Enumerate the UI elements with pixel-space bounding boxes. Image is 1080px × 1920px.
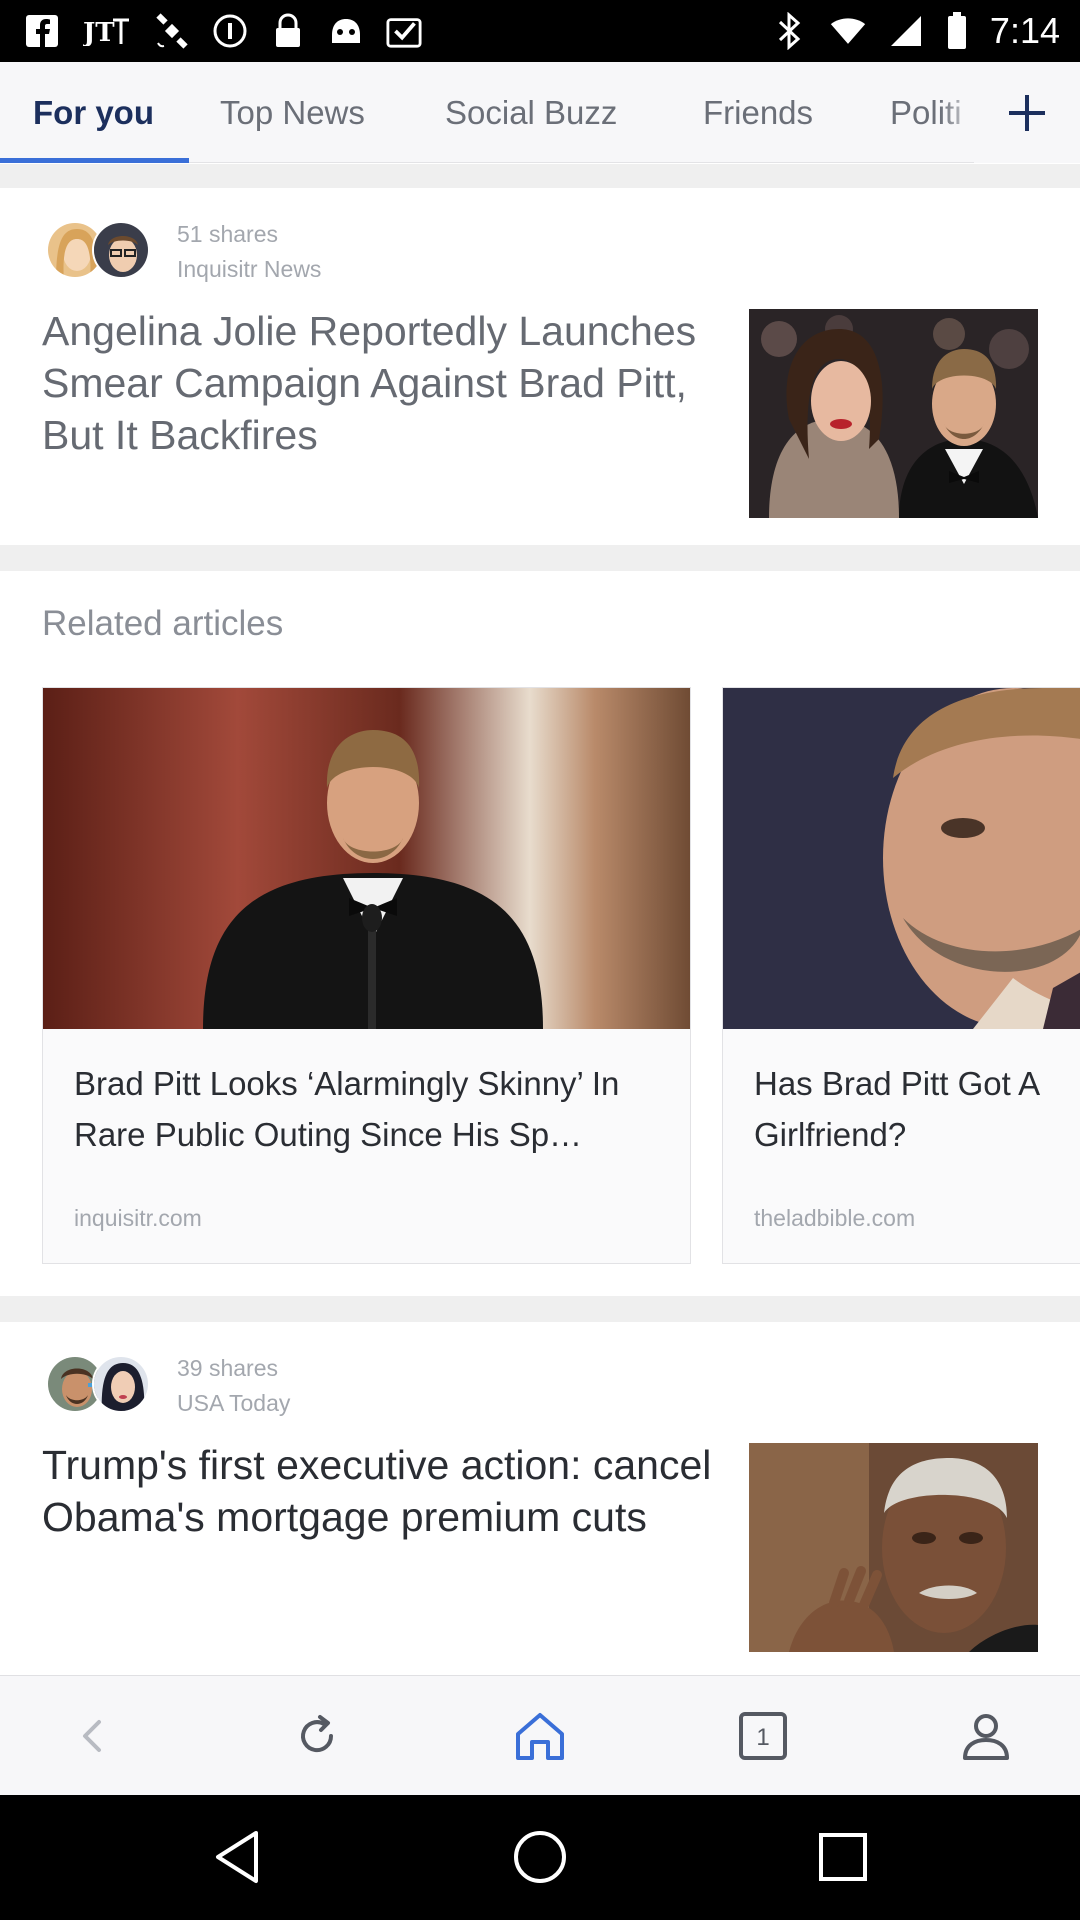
related-articles-title: Related articles — [42, 604, 284, 643]
clock: 7:14 — [989, 10, 1060, 51]
tabs-button[interactable]: 1 — [723, 1696, 803, 1776]
signal-icon — [888, 12, 924, 50]
system-navigation-bar — [0, 1795, 1080, 1920]
tab-top-news[interactable]: Top News — [220, 62, 365, 162]
sharer-avatars — [46, 1355, 156, 1415]
bot-icon — [328, 12, 364, 50]
add-category-button[interactable] — [974, 62, 1080, 163]
source-name: Inquisitr News — [177, 256, 322, 282]
system-back-button[interactable] — [198, 1817, 278, 1897]
browser-toolbar: 1 — [0, 1675, 1080, 1795]
refresh-button[interactable] — [277, 1696, 357, 1776]
story-thumbnail[interactable] — [749, 1443, 1038, 1652]
satellite-icon — [154, 12, 190, 50]
story-headline[interactable]: Angelina Jolie Reportedly Launches Smear… — [42, 305, 712, 461]
source-name: USA Today — [177, 1390, 291, 1416]
tabs-count-icon: 1 — [739, 1712, 787, 1760]
status-bar: JT 7:14 — [0, 0, 1080, 62]
facebook-icon — [24, 12, 60, 50]
related-article-source: inquisitr.com — [74, 1205, 202, 1231]
related-article-image — [723, 688, 1080, 1029]
wifi-icon — [830, 12, 866, 50]
related-article-source: theladbible.com — [754, 1205, 916, 1231]
tab-friends[interactable]: Friends — [703, 62, 813, 162]
system-recents-button[interactable] — [803, 1817, 883, 1897]
tab-for-you[interactable]: For you — [33, 62, 154, 162]
active-tab-indicator — [0, 158, 189, 163]
related-article-card[interactable]: Brad Pitt Looks ‘Alarmingly Skinny’ In R… — [42, 687, 691, 1264]
system-home-button[interactable] — [500, 1817, 580, 1897]
sharer-avatars — [46, 221, 156, 281]
avatar — [92, 221, 150, 279]
svg-text:JT: JT — [83, 18, 115, 46]
info-icon — [212, 12, 248, 50]
bluetooth-icon — [772, 12, 808, 50]
story-headline[interactable]: Trump's first executive action: cancel O… — [42, 1439, 712, 1543]
section-divider — [0, 1296, 1080, 1322]
lock-icon — [270, 12, 306, 50]
clipboard-check-icon — [386, 12, 422, 50]
share-count: 51 shares — [177, 221, 279, 247]
profile-button[interactable] — [946, 1696, 1026, 1776]
category-tabs: For you Top News Social Buzz Friends Pol… — [0, 62, 1080, 163]
svg-text:1: 1 — [756, 1724, 769, 1751]
related-article-title: Has Brad Pitt Got A Girlfriend? — [754, 1065, 1039, 1153]
avatar — [92, 1355, 150, 1413]
story-card[interactable]: 51 shares Inquisitr News Angelina Jolie … — [0, 188, 1080, 545]
home-icon — [516, 1713, 564, 1760]
refresh-icon — [301, 1715, 334, 1753]
profile-icon — [963, 1714, 1009, 1760]
plus-icon — [1009, 94, 1045, 131]
story-thumbnail[interactable] — [749, 309, 1038, 518]
section-divider — [0, 164, 1080, 188]
tab-social-buzz[interactable]: Social Buzz — [445, 62, 617, 162]
jt-icon: JT — [82, 12, 132, 50]
home-button[interactable] — [500, 1696, 580, 1776]
related-article-card[interactable]: Has Brad Pitt Got A Girlfriend? theladbi… — [722, 687, 1080, 1264]
story-card[interactable]: 39 shares USA Today Trump's first execut… — [0, 1322, 1080, 1675]
section-divider — [0, 545, 1080, 571]
share-count: 39 shares — [177, 1355, 279, 1381]
system-recents-icon — [819, 1833, 867, 1881]
back-button[interactable] — [53, 1696, 133, 1776]
system-home-icon — [514, 1831, 566, 1883]
related-article-title: Brad Pitt Looks ‘Alarmingly Skinny’ In R… — [74, 1065, 620, 1153]
battery-icon — [946, 12, 968, 50]
system-back-icon — [216, 1831, 258, 1883]
back-icon — [83, 1720, 101, 1752]
related-article-image — [43, 688, 690, 1029]
